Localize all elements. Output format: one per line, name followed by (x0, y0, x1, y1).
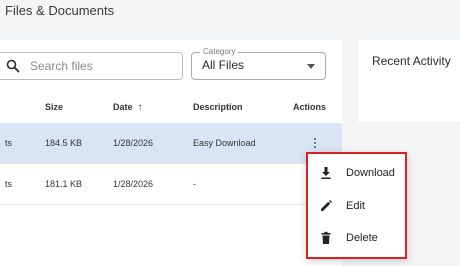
column-header-description[interactable]: Description (193, 102, 243, 112)
table-row[interactable]: ts 184.5 KB 1/28/2026 Easy Download (0, 123, 342, 164)
menu-item-label: Download (346, 167, 395, 179)
download-icon (321, 167, 331, 179)
cell-size: 181.1 KB (45, 179, 83, 189)
table-header: Size Date ↑ Description Actions (0, 93, 342, 124)
search-input[interactable] (30, 58, 170, 74)
recent-activity-title: Recent Activity (372, 54, 451, 68)
menu-item-label: Delete (346, 232, 378, 244)
table-row[interactable]: ts 181.1 KB 1/28/2026 - (0, 164, 342, 205)
cell-description: Easy Download (193, 138, 256, 148)
menu-item-download[interactable]: Download (308, 158, 405, 190)
column-header-actions: Actions (293, 102, 327, 112)
cell-name: ts (5, 138, 13, 148)
search-icon (6, 59, 20, 73)
cell-size: 184.5 KB (45, 138, 83, 148)
column-header-date[interactable]: Date ↑ (113, 102, 143, 113)
row-actions-menu-icon[interactable] (310, 136, 320, 150)
cell-date: 1/28/2026 (113, 138, 154, 148)
page-title: Files & Documents (5, 3, 115, 18)
recent-activity-panel: Recent Activity (358, 40, 460, 122)
caret-down-icon (307, 64, 315, 69)
files-panel: Category All Files Size Date ↑ Descriptio… (0, 40, 342, 266)
menu-item-edit[interactable]: Edit (308, 191, 405, 223)
category-value: All Files (202, 58, 245, 72)
category-label: Category (200, 47, 239, 57)
menu-item-delete[interactable]: Delete (308, 223, 405, 255)
cell-date: 1/28/2026 (113, 179, 154, 189)
delete-icon (321, 231, 331, 244)
search-field[interactable] (0, 52, 183, 80)
category-select[interactable]: Category All Files (191, 47, 326, 80)
row-actions-menu: Download Edit Delete (306, 152, 407, 259)
edit-icon (321, 200, 332, 211)
menu-item-label: Edit (346, 200, 365, 212)
cell-name: ts (5, 179, 13, 189)
cell-description: - (193, 179, 196, 189)
column-header-size[interactable]: Size (45, 102, 63, 112)
sort-ascending-icon: ↑ (137, 102, 143, 113)
column-header-date-label: Date (113, 102, 133, 112)
